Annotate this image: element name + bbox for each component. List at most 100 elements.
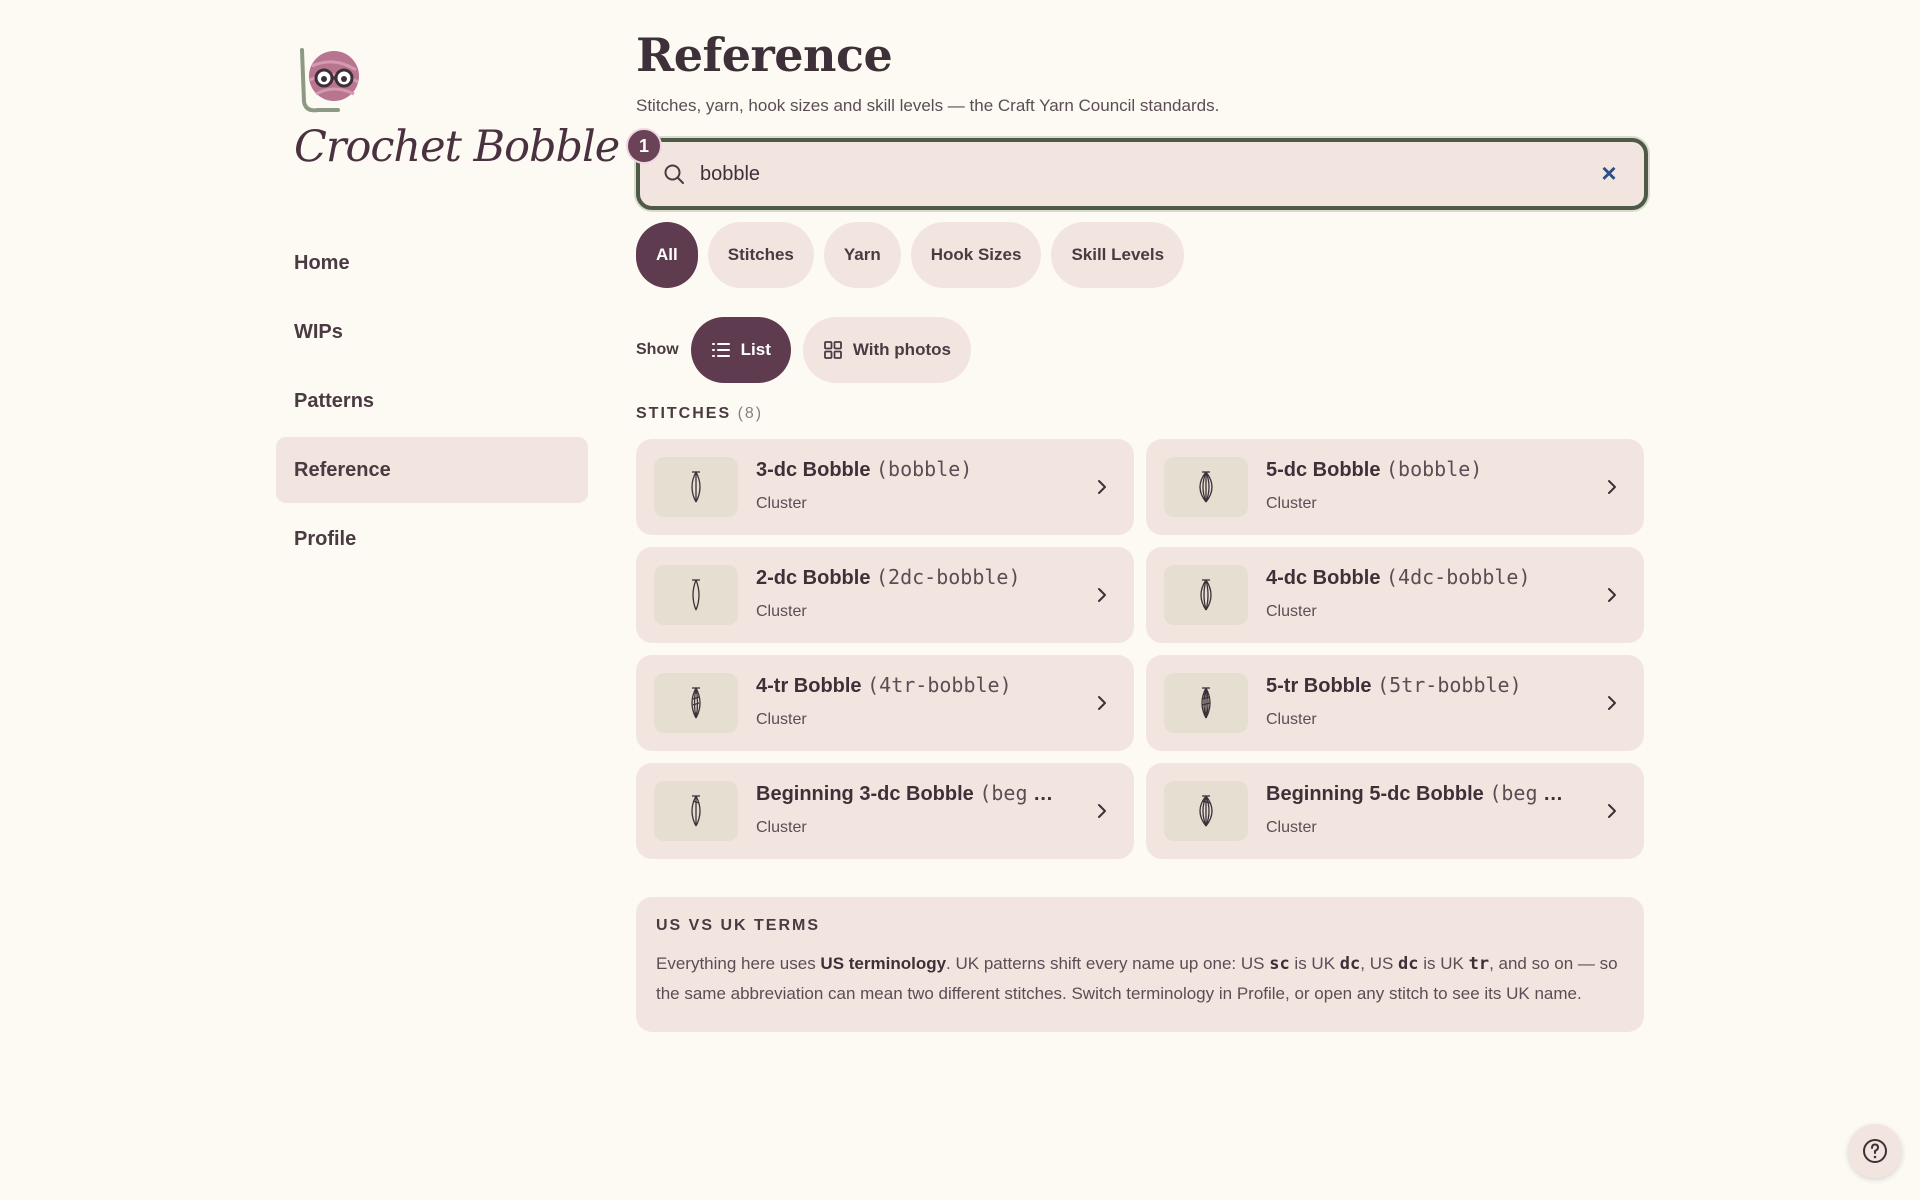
stitch-abbr: (beg [1489, 781, 1538, 805]
section-title-stitches: STITCHES (8) [636, 405, 1646, 423]
stitch-abbr: (4dc-bobble) [1386, 565, 1531, 589]
chevron-right-icon [1098, 588, 1106, 602]
main-nav: Home WIPs Patterns Reference Profile [276, 230, 588, 572]
stitch-name-text: Beginning 5-dc Bobble [1266, 783, 1484, 805]
stitch-abbr: (4tr-bobble) [867, 673, 1012, 697]
clear-search-icon[interactable]: × [1596, 160, 1622, 186]
search-icon [664, 164, 684, 184]
stitch-diagram-thumb [1164, 457, 1248, 517]
bobble-stitch-icon [1199, 795, 1213, 827]
view-toggle: Show List With photos [636, 317, 1646, 383]
main-content: Reference Stitches, yarn, hook sizes and… [626, 28, 1648, 1032]
stitch-name: 2-dc Bobble (2dc-bobble) [756, 565, 1076, 590]
note-text: . UK patterns shift every name up one: U… [946, 954, 1270, 973]
stitch-name-text: 4-tr Bobble [756, 675, 862, 697]
bobble-stitch-icon [691, 795, 701, 827]
bobble-stitch-icon [691, 471, 701, 503]
bobble-stitch-icon [1199, 471, 1213, 503]
terminology-note: US VS UK TERMS Everything here uses US t… [636, 897, 1644, 1032]
term-abbr: dc [1398, 954, 1419, 974]
page-subtitle: Stitches, yarn, hook sizes and skill lev… [636, 96, 1220, 115]
stitch-abbr: (bobble) [1386, 457, 1483, 481]
stitch-name-text: Beginning 3-dc Bobble [756, 783, 974, 805]
note-body: Everything here uses US terminology. UK … [656, 949, 1624, 1008]
stitch-card[interactable]: 5-dc Bobble (bobble) Cluster [1146, 439, 1644, 535]
stitch-name: 4-dc Bobble (4dc-bobble) [1266, 565, 1586, 590]
stitch-diagram-thumb [654, 781, 738, 841]
stitch-card[interactable]: Beginning 3-dc Bobble (beg … Cluster [636, 763, 1134, 859]
nav-item-reference[interactable]: Reference [276, 437, 588, 503]
brand-logo[interactable]: Crochet Bobble [276, 40, 620, 180]
stitch-diagram-thumb [654, 565, 738, 625]
nav-item-home[interactable]: Home [276, 230, 588, 296]
term-abbr: dc [1339, 954, 1361, 974]
section-title-text: STITCHES [636, 405, 732, 422]
sidebar: Crochet Bobble Home WIPs Patterns Refere… [276, 40, 620, 575]
brand-name: Crochet Bobble [294, 122, 620, 172]
bobble-stitch-icon [692, 579, 700, 611]
filter-stitches[interactable]: Stitches [707, 222, 814, 288]
list-view-button[interactable]: List [690, 317, 791, 383]
search-input[interactable] [700, 154, 1580, 194]
stitch-card[interactable]: Beginning 5-dc Bobble (beg … Cluster [1146, 763, 1644, 859]
help-button[interactable] [1848, 1124, 1902, 1178]
stitch-grid: 3-dc Bobble (bobble) Cluster 5-dc Bobble… [636, 439, 1646, 859]
stitch-category: Cluster [756, 495, 807, 512]
note-text: is UK [1289, 954, 1340, 973]
stitch-name: 5-dc Bobble (bobble) [1266, 457, 1586, 482]
list-view-label: List [740, 340, 771, 359]
filter-chips: All Stitches Yarn Hook Sizes Skill Level… [636, 222, 1646, 288]
filter-all[interactable]: All [636, 222, 698, 288]
stitch-category: Cluster [756, 711, 807, 728]
stitch-category: Cluster [1266, 819, 1317, 836]
stitch-category: Cluster [756, 819, 807, 836]
bobble-stitch-icon [1200, 579, 1212, 611]
chevron-right-icon [1098, 480, 1106, 494]
bobble-stitch-icon [691, 687, 701, 719]
stitch-abbr: (5tr-bobble) [1377, 673, 1522, 697]
chevron-right-icon [1098, 804, 1106, 818]
stitch-card[interactable]: 2-dc Bobble (2dc-bobble) Cluster [636, 547, 1134, 643]
note-text: is UK [1418, 954, 1469, 973]
grid-icon [824, 341, 842, 359]
stitch-name: Beginning 3-dc Bobble (beg … [756, 781, 1054, 805]
stitch-card[interactable]: 4-tr Bobble (4tr-bobble) Cluster [636, 655, 1134, 751]
stitch-category: Cluster [1266, 711, 1317, 728]
stitch-card[interactable]: 5-tr Bobble (5tr-bobble) Cluster [1146, 655, 1644, 751]
filter-hook-sizes[interactable]: Hook Sizes [910, 222, 1042, 288]
filter-yarn[interactable]: Yarn [823, 222, 901, 288]
show-label: Show [636, 341, 679, 358]
stitch-diagram-thumb [1164, 673, 1248, 733]
stitch-card[interactable]: 3-dc Bobble (bobble) Cluster [636, 439, 1134, 535]
stitch-name: 5-tr Bobble (5tr-bobble) [1266, 673, 1586, 698]
chevron-right-icon [1608, 480, 1616, 494]
stitch-diagram-thumb [1164, 565, 1248, 625]
term-abbr: sc [1269, 954, 1290, 974]
chevron-right-icon [1098, 696, 1106, 710]
stitch-name: Beginning 5-dc Bobble (beg … [1266, 781, 1564, 805]
stitch-abbr: (2dc-bobble) [876, 565, 1021, 589]
stitch-category: Cluster [756, 603, 807, 620]
photos-view-button[interactable]: With photos [802, 317, 971, 383]
section-count: (8) [737, 405, 764, 422]
stitch-abbr: (bobble) [876, 457, 973, 481]
nav-item-wips[interactable]: WIPs [276, 299, 588, 365]
help-icon [1863, 1139, 1887, 1163]
stitch-category: Cluster [1266, 603, 1317, 620]
stitch-name-text: 5-dc Bobble [1266, 459, 1381, 481]
filter-skill-levels[interactable]: Skill Levels [1051, 222, 1185, 288]
search-box: 1 × [626, 128, 1648, 210]
stitch-diagram-thumb [1164, 781, 1248, 841]
step-badge: 1 [626, 128, 662, 164]
stitch-card[interactable]: 4-dc Bobble (4dc-bobble) Cluster [1146, 547, 1644, 643]
stitch-diagram-thumb [654, 457, 738, 517]
chevron-right-icon [1608, 588, 1616, 602]
bobble-stitch-icon [1201, 687, 1211, 719]
term-abbr: tr [1468, 954, 1490, 974]
chevron-right-icon [1608, 696, 1616, 710]
stitch-name: 4-tr Bobble (4tr-bobble) [756, 673, 1076, 698]
note-text: , US [1360, 954, 1399, 973]
nav-item-patterns[interactable]: Patterns [276, 368, 588, 434]
note-emphasis: US terminology [820, 954, 947, 973]
nav-item-profile[interactable]: Profile [276, 506, 588, 572]
